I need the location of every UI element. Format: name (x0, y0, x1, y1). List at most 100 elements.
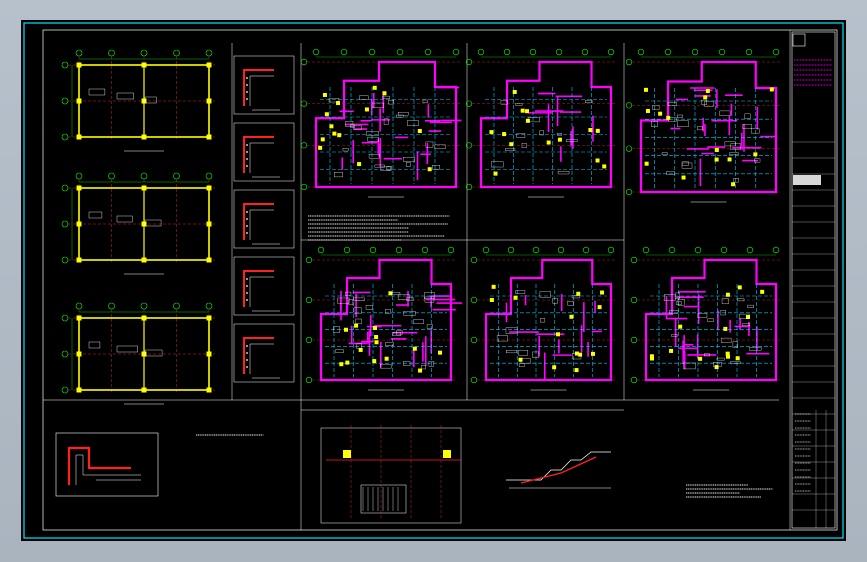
rebar-dot (246, 225, 248, 227)
grid-bubble-icon (470, 296, 478, 304)
rebar-line (67, 446, 131, 485)
annotation-block (116, 92, 134, 100)
grid-bubble-icon (205, 302, 213, 310)
grid-bubble-icon (300, 58, 308, 66)
column-icon (574, 351, 579, 356)
grid-bubble-icon (555, 48, 563, 56)
column-icon (337, 133, 342, 138)
column-icon (443, 450, 451, 458)
column-icon (373, 325, 378, 330)
column-icon (344, 327, 349, 332)
column-icon (714, 147, 719, 152)
column-icon (206, 351, 212, 357)
grid-bubble-icon (205, 49, 213, 57)
annotation-block (422, 99, 428, 103)
title-block[interactable] (791, 31, 836, 529)
grid-bubble-icon (745, 48, 753, 56)
column-icon (737, 285, 742, 290)
grid-bubble-icon (317, 246, 325, 254)
hatch-line (249, 142, 274, 173)
detail-drawings[interactable] (55, 55, 611, 524)
annotation-block (353, 307, 362, 314)
hatch-line (75, 454, 141, 485)
grid-bubble-icon (75, 172, 83, 180)
column-icon (491, 284, 496, 289)
grid-bubble-icon (140, 49, 148, 57)
grid-bubble-icon (61, 386, 69, 394)
cad-viewport[interactable] (0, 0, 867, 562)
rebar-line (243, 337, 274, 374)
column-icon (760, 289, 765, 294)
annotation-block (552, 298, 558, 304)
grid-bubble-icon (630, 296, 638, 304)
grid-bubble-icon (477, 48, 485, 56)
rebar-dot (246, 359, 248, 361)
grid-bubble-icon (173, 302, 180, 310)
grid-bubble-icon (369, 246, 377, 254)
rebar-dot (246, 158, 248, 160)
column-icon (141, 62, 147, 68)
grid-bubble-icon (61, 350, 69, 358)
grid-bubble-icon (625, 102, 633, 109)
rebar-dot (246, 285, 248, 287)
floor-plan (470, 246, 615, 391)
annotation-block (540, 318, 546, 323)
grid-bubble-icon (637, 48, 645, 56)
grid-bubble-icon (746, 246, 754, 254)
grid-bubble-icon (642, 246, 650, 254)
approval-stamp (793, 175, 821, 185)
grid-bubble-icon (772, 246, 780, 254)
plan-drawings[interactable] (61, 48, 780, 405)
column-icon (725, 351, 730, 356)
column-icon (372, 359, 377, 364)
column-icon (76, 185, 82, 191)
grid-bubble-icon (75, 302, 83, 310)
column-icon (643, 87, 648, 92)
grid-bubble-icon (140, 302, 148, 310)
annotation-block (539, 291, 551, 298)
grid-bubble-icon (61, 220, 69, 228)
annotation-block (405, 162, 411, 167)
annotation-block (681, 162, 693, 169)
column-detail (233, 323, 295, 383)
grid-bubble-icon (61, 133, 69, 141)
grid-bubble-icon (61, 61, 69, 69)
rebar-line (243, 69, 274, 106)
annotation-block (707, 318, 714, 322)
annotation-block (720, 337, 732, 343)
annotation-block (359, 95, 369, 100)
annotation-block (721, 298, 729, 304)
grid-bubble-icon (607, 246, 615, 254)
drawing-sheet[interactable] (21, 20, 846, 541)
column-icon (725, 292, 730, 297)
grid-bubble-icon (173, 49, 180, 57)
column-icon (590, 351, 595, 356)
annotation-block (521, 143, 527, 148)
annotation-block (348, 299, 354, 306)
grid-bubble-icon (305, 296, 313, 304)
grid-bubble-icon (625, 58, 633, 66)
column-icon (597, 305, 602, 310)
column-icon (769, 87, 774, 92)
grid-bubble-icon (108, 49, 115, 57)
column-icon (206, 387, 212, 393)
grid-bubble-icon (630, 336, 638, 344)
column-icon (669, 348, 674, 353)
annotation-block (677, 120, 689, 127)
column-icon (574, 368, 579, 373)
column-icon (374, 335, 379, 340)
grid-bubble-icon (529, 48, 537, 56)
column-icon (525, 109, 530, 114)
column-detail (233, 189, 295, 249)
note-blocks (196, 215, 773, 498)
column-icon (489, 130, 494, 135)
floor-plan (305, 246, 463, 391)
cad-drawing-canvas[interactable] (21, 20, 846, 541)
annotation-block (88, 88, 106, 96)
grid-bubble-icon (582, 246, 590, 254)
grid-bubble-icon (343, 246, 351, 254)
annotation-block (747, 304, 754, 308)
annotation-block (697, 126, 703, 131)
column-icon (76, 387, 82, 393)
rebar-dot (246, 232, 248, 234)
